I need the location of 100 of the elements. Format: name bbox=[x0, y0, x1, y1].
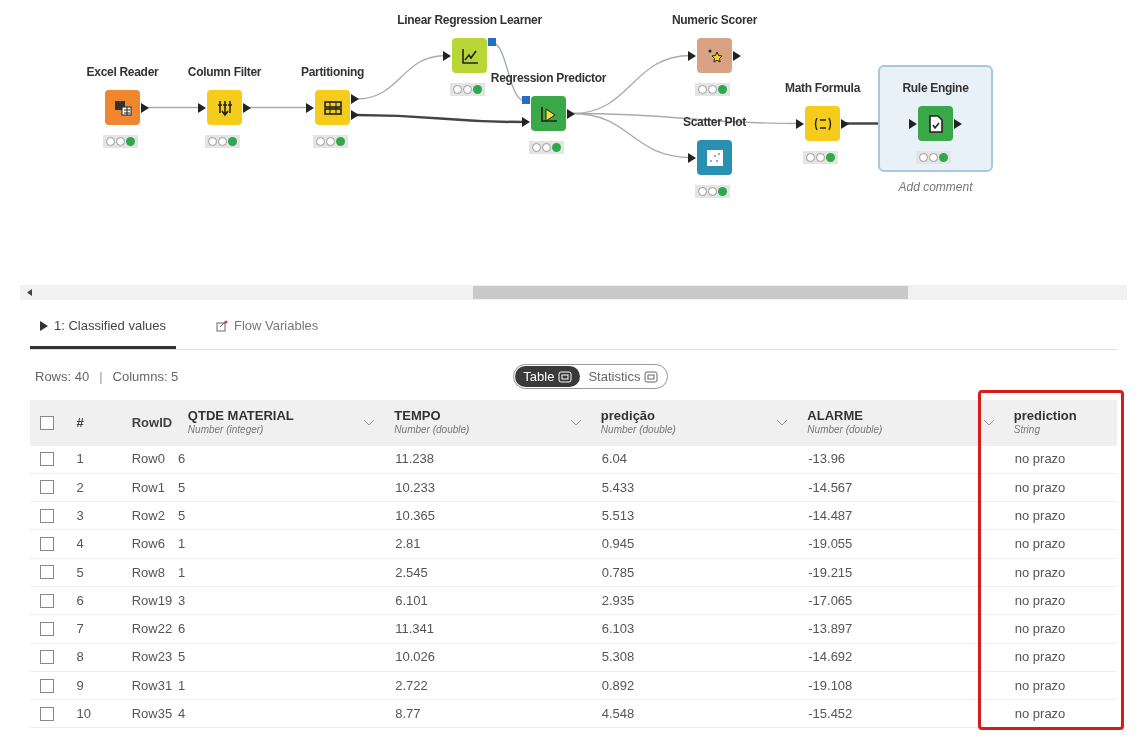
line-chart-icon bbox=[460, 46, 479, 65]
table-cell-text: no prazo bbox=[1013, 535, 1067, 554]
spreadsheet-icon bbox=[113, 99, 132, 116]
table-cell-text: 10.365 bbox=[394, 507, 436, 525]
checkbox[interactable] bbox=[40, 621, 55, 636]
table-cell-text: 3 bbox=[177, 591, 187, 610]
column-header: RowID bbox=[130, 413, 174, 432]
node-label: Excel Reader bbox=[86, 64, 159, 81]
table-cell-text: -14.487 bbox=[807, 507, 854, 525]
table-cell-text: 6 bbox=[177, 620, 187, 639]
table-cell-text: 2.935 bbox=[600, 591, 636, 610]
table-cell-text: 1 bbox=[177, 563, 187, 582]
grid-icon bbox=[323, 99, 342, 116]
horizontal-scrollbar[interactable] bbox=[20, 285, 1127, 300]
table-cell-text: no prazo bbox=[1013, 478, 1067, 497]
popout-icon bbox=[644, 370, 659, 383]
checkbox[interactable] bbox=[40, 480, 55, 495]
checkbox[interactable] bbox=[40, 565, 55, 580]
table-cell-text: 4 bbox=[177, 705, 187, 724]
column-header[interactable]: predição Number (double) bbox=[595, 399, 803, 446]
output-tab[interactable]: Flow Variables bbox=[206, 310, 329, 349]
output-tab[interactable]: 1: Classified values bbox=[30, 310, 176, 349]
model-port-icon bbox=[522, 96, 530, 104]
chevron-down-icon[interactable] bbox=[776, 419, 789, 426]
popout-icon bbox=[558, 370, 573, 383]
view-toggle-option[interactable]: Table bbox=[515, 365, 581, 388]
node-tile[interactable] bbox=[531, 96, 566, 131]
table-cell-text: 10.233 bbox=[394, 478, 436, 497]
chevron-down-icon[interactable] bbox=[569, 419, 582, 426]
checkbox[interactable] bbox=[40, 706, 55, 721]
column-header: # bbox=[75, 413, 85, 432]
row-id: Row8 bbox=[130, 563, 166, 582]
column-name: QTDE MATERIAL bbox=[187, 408, 294, 425]
checkbox[interactable] bbox=[40, 593, 55, 608]
row-index: 5 bbox=[75, 563, 85, 582]
checkbox[interactable] bbox=[40, 650, 55, 665]
column-header[interactable]: QTDE MATERIAL Number (integer) bbox=[182, 399, 390, 446]
row-id: Row23 bbox=[130, 648, 174, 667]
column-header[interactable]: ALARME Number (double) bbox=[802, 399, 1009, 446]
checkbox[interactable] bbox=[40, 415, 55, 430]
table-cell-text: 11.238 bbox=[394, 450, 435, 469]
table-cell-text: 5 bbox=[177, 507, 187, 525]
table-cell-text: -14.692 bbox=[807, 648, 854, 667]
table-cell-text: 6 bbox=[177, 450, 187, 469]
table-cell-text: no prazo bbox=[1013, 507, 1067, 525]
node-tile[interactable] bbox=[697, 38, 732, 73]
table-cell-text: -19.108 bbox=[807, 676, 854, 695]
table-cell-text: -13.96 bbox=[807, 450, 847, 469]
node-tile[interactable] bbox=[805, 106, 840, 141]
variable-icon bbox=[216, 319, 228, 332]
row-index: 7 bbox=[75, 620, 85, 639]
column-name: ALARME bbox=[807, 408, 864, 425]
table-cell-text: 1 bbox=[177, 535, 187, 554]
scroll-left-icon[interactable] bbox=[27, 289, 32, 296]
checkbox[interactable] bbox=[40, 537, 55, 552]
table-cell-text: 2.545 bbox=[394, 563, 429, 582]
table-cell-text: 5 bbox=[177, 648, 187, 667]
row-id: Row19 bbox=[130, 591, 174, 610]
chevron-down-icon[interactable] bbox=[363, 419, 376, 426]
table-cell-text: 0.945 bbox=[600, 535, 636, 554]
table-cell-text: 10.026 bbox=[394, 648, 436, 667]
table-cell-text: 4.548 bbox=[600, 705, 636, 724]
table-cell-text: 0.785 bbox=[600, 563, 636, 582]
chevron-down-icon[interactable] bbox=[982, 419, 995, 426]
table-cell-text: 6.103 bbox=[600, 620, 636, 639]
column-name: predição bbox=[600, 408, 657, 425]
row-count: Rows: 40 bbox=[35, 367, 90, 386]
table-cell-text: 8.77 bbox=[394, 705, 422, 724]
node-tile[interactable] bbox=[918, 106, 953, 141]
node-label: Scatter Plot bbox=[682, 114, 747, 131]
row-id: Row35 bbox=[130, 705, 174, 724]
node-tile[interactable] bbox=[207, 90, 242, 125]
checkbox[interactable] bbox=[40, 678, 55, 693]
node-tile[interactable] bbox=[697, 140, 732, 175]
column-header[interactable]: TEMPO Number (double) bbox=[389, 399, 596, 446]
node-tile[interactable] bbox=[315, 90, 350, 125]
row-index: 6 bbox=[75, 591, 85, 610]
row-id: Row6 bbox=[130, 535, 166, 554]
comment-placeholder[interactable]: Add comment bbox=[898, 178, 973, 196]
node-tile[interactable] bbox=[452, 38, 487, 73]
row-index: 9 bbox=[75, 676, 85, 695]
model-port-icon bbox=[488, 38, 496, 46]
column-type: Number (double) bbox=[807, 424, 883, 437]
row-index: 4 bbox=[75, 535, 85, 554]
table-cell-text: 2.81 bbox=[394, 535, 422, 554]
row-id: Row22 bbox=[130, 620, 174, 639]
checkbox[interactable] bbox=[40, 452, 55, 467]
row-id: Row0 bbox=[130, 450, 166, 469]
table-cell-text: 11.341 bbox=[394, 620, 435, 639]
scatter-plot-icon bbox=[705, 148, 724, 167]
play-chart-icon bbox=[539, 104, 558, 123]
column-type: Number (double) bbox=[600, 424, 676, 437]
row-id: Row1 bbox=[130, 478, 166, 497]
table-cell-text: no prazo bbox=[1013, 648, 1067, 667]
column-header[interactable]: prediction String bbox=[1008, 399, 1117, 446]
table-cell-text: 6.04 bbox=[600, 450, 629, 469]
node-tile[interactable] bbox=[105, 90, 140, 125]
node-label: Rule Engine bbox=[902, 80, 969, 97]
table-cell-text: -13.897 bbox=[807, 620, 854, 639]
checkbox[interactable] bbox=[40, 508, 55, 523]
